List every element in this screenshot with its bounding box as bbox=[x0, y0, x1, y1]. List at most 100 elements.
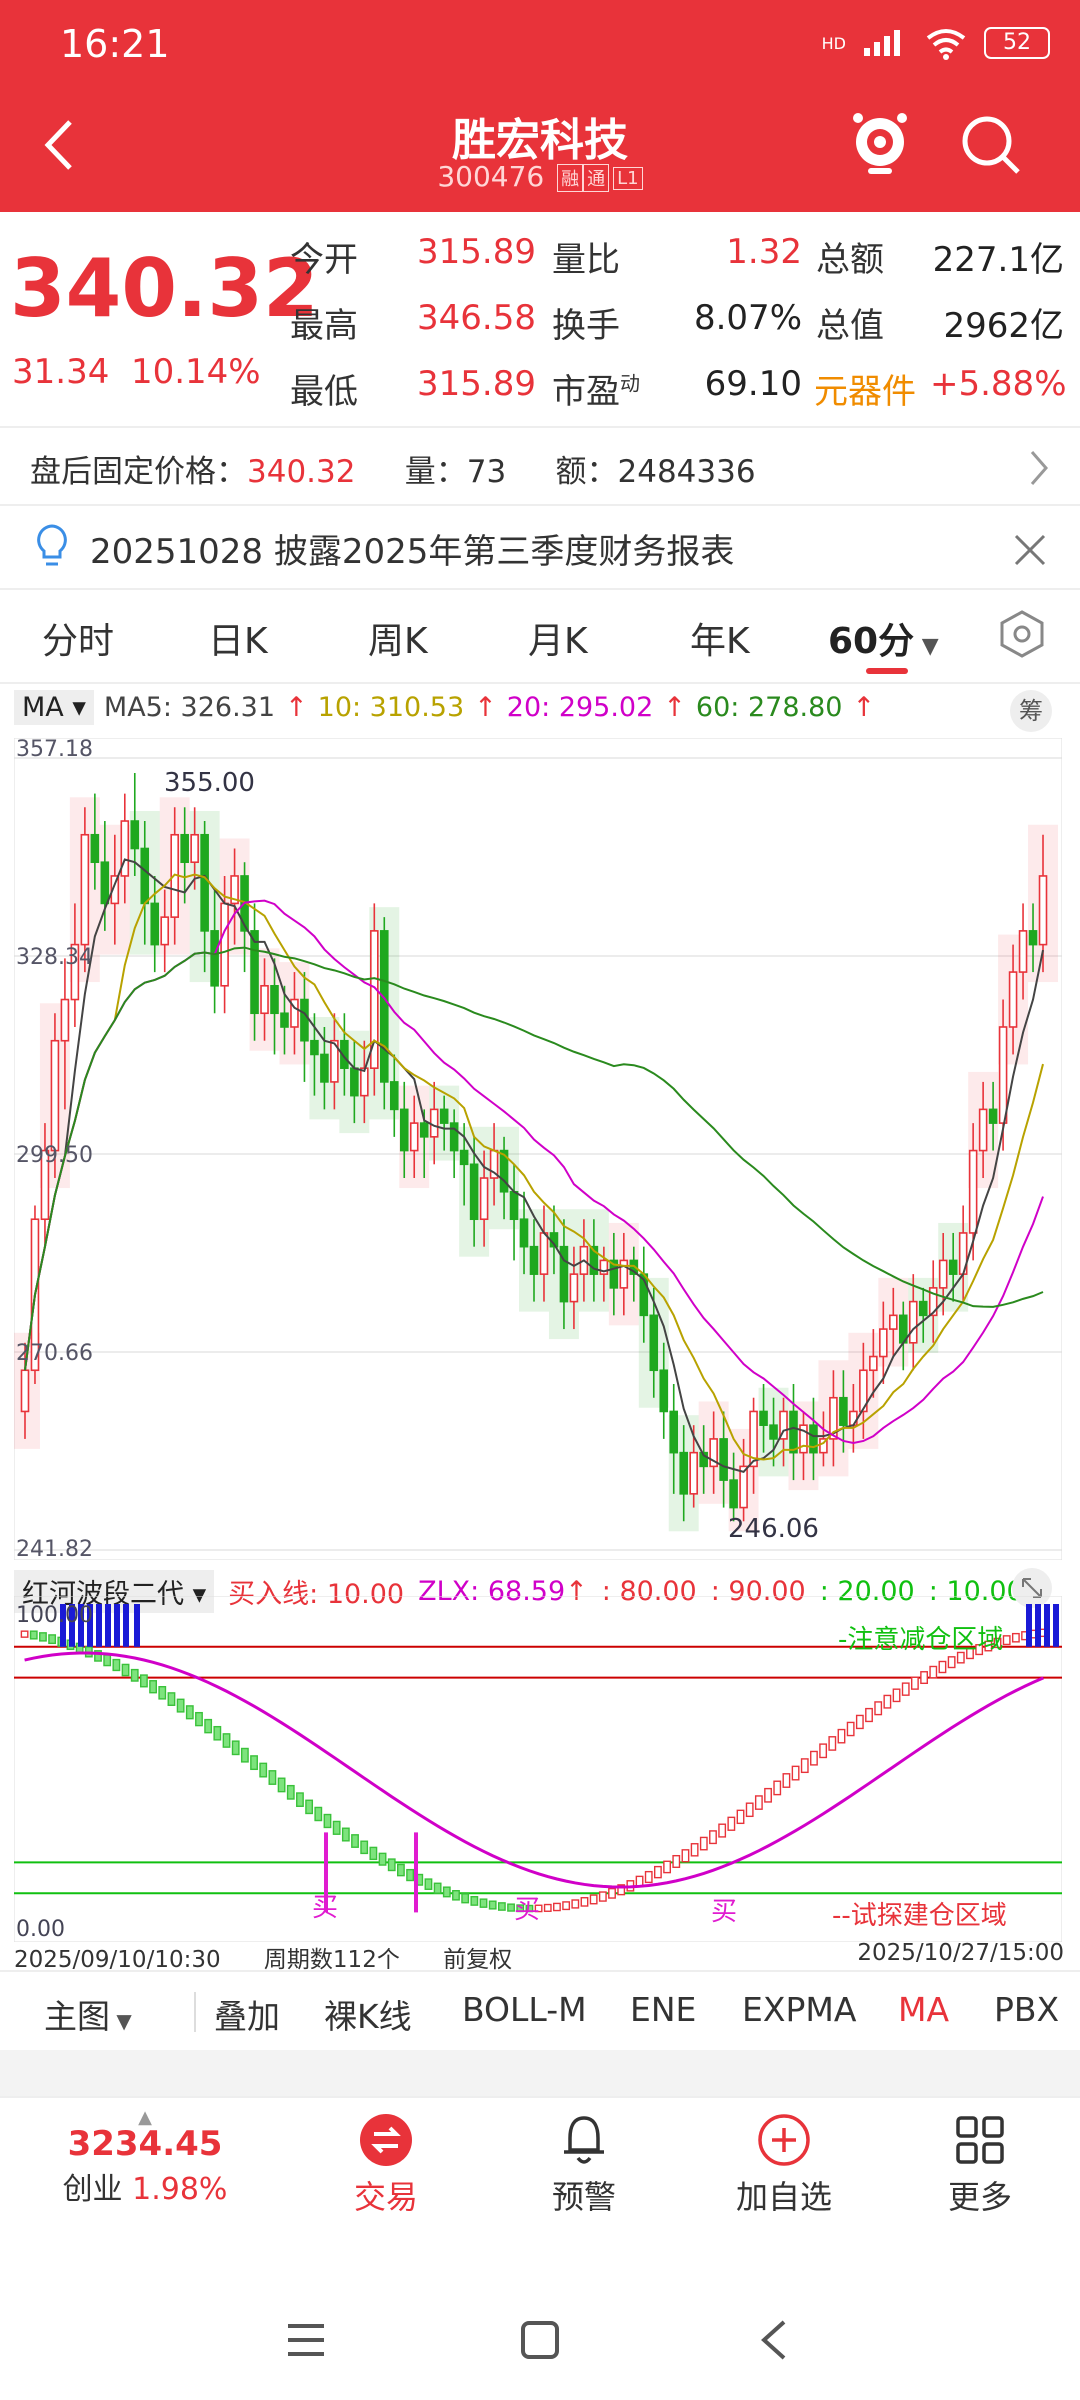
indicator-bar bbox=[718, 1823, 727, 1838]
indicator-bar bbox=[433, 1882, 442, 1894]
vol-ratio-value: 1.32 bbox=[726, 232, 802, 272]
candle-body bbox=[409, 1122, 419, 1152]
buy-marker-line bbox=[414, 1832, 418, 1913]
add-label: 加自选 bbox=[735, 2178, 832, 2216]
ma20-value: 20: 295.02 bbox=[506, 692, 654, 723]
tab-ene[interactable]: ENE bbox=[630, 1990, 696, 2029]
tab-expma[interactable]: EXPMA bbox=[742, 1990, 856, 2029]
indicator-bar bbox=[736, 1809, 745, 1825]
battery-icon: 52 bbox=[984, 27, 1050, 59]
index-widget[interactable]: ▲ 3234.45 创业 1.98% bbox=[40, 2109, 250, 2208]
ind-y-top: 100.00 bbox=[16, 1603, 93, 1628]
news-headline[interactable]: 20251028 披露2025年第三季度财务报表 bbox=[90, 524, 734, 573]
candle-body bbox=[978, 1108, 988, 1152]
margin-tag: 融 bbox=[557, 164, 584, 192]
nav-more[interactable]: 更多 bbox=[920, 2112, 1040, 2216]
tab-pbx[interactable]: PBX bbox=[994, 1990, 1059, 2029]
indicator-bar bbox=[810, 1750, 818, 1766]
y-label-4: 270.66 bbox=[16, 1341, 93, 1366]
back-icon[interactable] bbox=[756, 2318, 792, 2362]
indicator-bar bbox=[754, 1795, 763, 1810]
tab-boll-m[interactable]: BOLL-M bbox=[462, 1990, 587, 2029]
tab-yearly[interactable]: 年K bbox=[690, 612, 750, 664]
indicator-bar bbox=[598, 1891, 607, 1902]
afterhours-vol: 73 bbox=[466, 454, 507, 490]
index-pct: 1.98% bbox=[132, 2172, 228, 2207]
indicator-bar bbox=[938, 1660, 947, 1674]
candle-body bbox=[210, 930, 219, 987]
pe-label: 市盈动 bbox=[552, 371, 640, 412]
candle-body bbox=[419, 1122, 429, 1138]
indicator-bar bbox=[709, 1830, 717, 1845]
indicator-bar bbox=[920, 1671, 929, 1685]
nav-alert[interactable]: 预警 bbox=[524, 2112, 644, 2216]
assistant-robot-icon[interactable] bbox=[848, 108, 912, 180]
tab-naked-k[interactable]: 裸K线 bbox=[324, 1990, 412, 2038]
nav-add-watchlist[interactable]: 加自选 bbox=[724, 2112, 844, 2216]
candle-body bbox=[519, 1218, 529, 1248]
indicator-bar bbox=[883, 1694, 892, 1709]
tab-60min[interactable]: 60分 ▼ bbox=[828, 612, 939, 664]
candle-body bbox=[90, 833, 100, 864]
indicator-bar bbox=[139, 1674, 148, 1688]
indicator-bar bbox=[764, 1787, 772, 1803]
vol-ratio-label: 量比 bbox=[552, 240, 620, 280]
tab-weekly[interactable]: 周K bbox=[368, 612, 428, 664]
candle-body bbox=[310, 1039, 319, 1056]
indicator-bar bbox=[846, 1721, 855, 1737]
tab-ma[interactable]: MA bbox=[898, 1990, 949, 2029]
indicator-bar bbox=[424, 1878, 433, 1890]
tab-main-chart[interactable]: 主图 ▼ bbox=[44, 1990, 132, 2038]
candle-body bbox=[1028, 930, 1038, 946]
indicator-bar bbox=[341, 1827, 350, 1842]
ma10-value: 10: 310.53 bbox=[317, 692, 465, 723]
tab-overlay[interactable]: 叠加 bbox=[214, 1990, 280, 2038]
indicator-bar bbox=[305, 1799, 314, 1815]
afterhours-label: 盘后固定价格： bbox=[30, 454, 247, 490]
close-icon[interactable] bbox=[1010, 530, 1050, 570]
date-row: 2025/09/10/10:30 周期数112个 前复权 2025/10/27/… bbox=[14, 1940, 1064, 1974]
tab-intraday[interactable]: 分时 bbox=[42, 612, 114, 664]
chip-button[interactable]: 筹 bbox=[1010, 690, 1052, 732]
indicator-chart[interactable]: 100.00 0.00 -注意减仓区域 --试探建仓区域 买 买 买 bbox=[14, 1596, 1062, 1942]
candle-body bbox=[689, 1451, 698, 1495]
menu-icon[interactable] bbox=[284, 2320, 328, 2360]
alert-label: 预警 bbox=[551, 2178, 616, 2216]
indicator-bar bbox=[773, 1780, 782, 1796]
sector-link[interactable]: 元器件 bbox=[814, 364, 916, 413]
candle-body bbox=[719, 1438, 728, 1481]
candle-body bbox=[399, 1108, 409, 1152]
tab-daily[interactable]: 日K bbox=[208, 612, 268, 664]
candle-body bbox=[1038, 875, 1048, 946]
high-value: 346.58 bbox=[417, 298, 536, 338]
indicator-bar bbox=[48, 1634, 57, 1645]
indicator-bar bbox=[185, 1705, 194, 1720]
indicator-bar bbox=[663, 1860, 672, 1874]
trade-icon bbox=[360, 2114, 412, 2166]
low-label: 最低 bbox=[290, 372, 358, 412]
candle-body bbox=[320, 1053, 329, 1083]
candle-body bbox=[130, 820, 140, 850]
chevron-right-icon[interactable] bbox=[1024, 448, 1054, 488]
turnover-value: 8.07% bbox=[693, 298, 802, 338]
afterhours-row[interactable]: 盘后固定价格：340.32 量：73 额：2484336 bbox=[30, 446, 756, 491]
end-date: 2025/10/27/15:00 bbox=[857, 1940, 1064, 1966]
ma-selector[interactable]: MA ▾ bbox=[14, 690, 94, 725]
indicator-bar bbox=[690, 1843, 699, 1857]
network-label: HD bbox=[821, 33, 846, 53]
home-icon[interactable] bbox=[518, 2318, 562, 2362]
tab-monthly[interactable]: 月K bbox=[528, 612, 588, 664]
settings-hex-icon[interactable] bbox=[996, 608, 1048, 660]
indicator-bar bbox=[240, 1747, 249, 1763]
indicator-bar bbox=[837, 1728, 846, 1744]
indicator-bar bbox=[543, 1903, 552, 1912]
indicator-bar bbox=[800, 1758, 809, 1774]
indicator-bar bbox=[121, 1663, 130, 1677]
candle-body bbox=[529, 1245, 539, 1275]
search-icon[interactable] bbox=[956, 110, 1026, 180]
indicator-bar bbox=[874, 1701, 883, 1716]
market-cap-value: 2962亿 bbox=[943, 306, 1064, 346]
nav-trade[interactable]: 交易 bbox=[326, 2112, 446, 2216]
candle-body bbox=[200, 833, 209, 932]
candlestick-chart[interactable]: 357.18 328.34 299.50 270.66 241.82 355.00 246.… bbox=[14, 738, 1062, 1560]
